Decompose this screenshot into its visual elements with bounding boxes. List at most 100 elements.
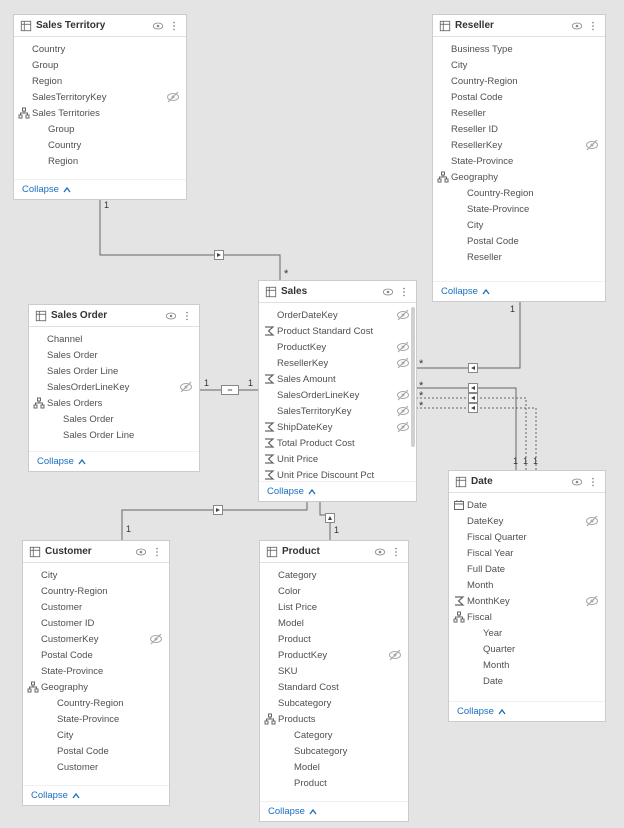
visibility-icon[interactable]	[571, 20, 583, 32]
field-row[interactable]: Product Standard Cost	[259, 323, 416, 339]
field-row[interactable]: Month	[449, 657, 605, 673]
field-row[interactable]: Date	[449, 673, 605, 689]
field-row[interactable]: Full Date	[449, 561, 605, 577]
table-reseller[interactable]: ResellerBusiness TypeCityCountry-RegionP…	[432, 14, 606, 302]
collapse-button[interactable]: Collapse	[23, 785, 169, 805]
table-header[interactable]: Sales Territory	[14, 15, 186, 37]
field-row[interactable]: Sales Amount	[259, 371, 416, 387]
field-row[interactable]: Business Type	[433, 41, 605, 57]
table-sales[interactable]: Sales OrderDateKeyProduct Standard CostPr…	[258, 280, 417, 502]
table-header[interactable]: Date	[449, 471, 605, 493]
field-row[interactable]: Region	[14, 153, 186, 169]
field-row[interactable]: Postal Code	[433, 233, 605, 249]
field-row[interactable]: City	[433, 217, 605, 233]
field-row[interactable]: Geography	[23, 679, 169, 695]
field-row[interactable]: ResellerKey	[433, 137, 605, 153]
field-row[interactable]: Category	[260, 727, 408, 743]
field-row[interactable]: ShipDateKey	[259, 419, 416, 435]
field-row[interactable]: Fiscal	[449, 609, 605, 625]
field-row[interactable]: Group	[14, 121, 186, 137]
field-row[interactable]: SKU	[260, 663, 408, 679]
field-row[interactable]: Country	[14, 41, 186, 57]
field-row[interactable]: Postal Code	[23, 743, 169, 759]
field-row[interactable]: CustomerKey	[23, 631, 169, 647]
table-sales-order[interactable]: Sales OrderChannelSales OrderSales Order…	[28, 304, 200, 472]
field-row[interactable]: SalesOrderLineKey	[259, 387, 416, 403]
field-row[interactable]: Country-Region	[23, 695, 169, 711]
field-row[interactable]: Quarter	[449, 641, 605, 657]
field-row[interactable]: Channel	[29, 331, 199, 347]
table-header[interactable]: Sales Order	[29, 305, 199, 327]
field-row[interactable]: Product	[260, 631, 408, 647]
field-row[interactable]: Month	[449, 577, 605, 593]
field-row[interactable]: Group	[14, 57, 186, 73]
collapse-button[interactable]: Collapse	[433, 281, 605, 301]
visibility-icon[interactable]	[165, 310, 177, 322]
field-row[interactable]: Geography	[433, 169, 605, 185]
collapse-button[interactable]: Collapse	[259, 481, 416, 501]
field-row[interactable]: State-Province	[23, 663, 169, 679]
visibility-icon[interactable]	[571, 476, 583, 488]
field-row[interactable]: List Price	[260, 599, 408, 615]
table-header[interactable]: Customer	[23, 541, 169, 563]
field-row[interactable]: Date	[449, 497, 605, 513]
field-row[interactable]: Sales Order	[29, 411, 199, 427]
field-row[interactable]: Customer	[23, 759, 169, 775]
field-row[interactable]: Country-Region	[433, 73, 605, 89]
table-product[interactable]: ProductCategoryColorList PriceModelProdu…	[259, 540, 409, 822]
visibility-icon[interactable]	[382, 286, 394, 298]
field-row[interactable]: State-Province	[433, 201, 605, 217]
field-row[interactable]: City	[23, 727, 169, 743]
more-options-icon[interactable]	[168, 20, 180, 32]
field-row[interactable]: Standard Cost	[260, 679, 408, 695]
more-options-icon[interactable]	[587, 20, 599, 32]
field-row[interactable]: Sales Order	[29, 347, 199, 363]
field-row[interactable]: City	[433, 57, 605, 73]
more-options-icon[interactable]	[181, 310, 193, 322]
collapse-button[interactable]: Collapse	[29, 451, 199, 471]
field-row[interactable]: ProductKey	[259, 339, 416, 355]
field-row[interactable]: MonthKey	[449, 593, 605, 609]
table-sales-territory[interactable]: Sales TerritoryCountryGroupRegionSalesTe…	[13, 14, 187, 200]
field-row[interactable]: State-Province	[433, 153, 605, 169]
field-row[interactable]: Sales Order Line	[29, 427, 199, 443]
field-row[interactable]: Subcategory	[260, 743, 408, 759]
field-row[interactable]: Model	[260, 615, 408, 631]
field-row[interactable]: Products	[260, 711, 408, 727]
field-row[interactable]: Fiscal Quarter	[449, 529, 605, 545]
table-header[interactable]: Sales	[259, 281, 416, 303]
table-header[interactable]: Product	[260, 541, 408, 563]
field-row[interactable]: Year	[449, 625, 605, 641]
field-row[interactable]: ProductKey	[260, 647, 408, 663]
field-row[interactable]: Reseller	[433, 249, 605, 265]
field-row[interactable]: City	[23, 567, 169, 583]
field-row[interactable]: Country-Region	[433, 185, 605, 201]
more-options-icon[interactable]	[390, 546, 402, 558]
field-row[interactable]: Total Product Cost	[259, 435, 416, 451]
collapse-button[interactable]: Collapse	[449, 701, 605, 721]
field-row[interactable]: Postal Code	[23, 647, 169, 663]
field-row[interactable]: Sales Order Line	[29, 363, 199, 379]
field-row[interactable]: SalesOrderLineKey	[29, 379, 199, 395]
field-row[interactable]: SalesTerritoryKey	[14, 89, 186, 105]
field-row[interactable]: Unit Price Discount Pct	[259, 467, 416, 481]
field-row[interactable]: Category	[260, 567, 408, 583]
field-row[interactable]: ResellerKey	[259, 355, 416, 371]
field-row[interactable]: Customer	[23, 599, 169, 615]
visibility-icon[interactable]	[135, 546, 147, 558]
field-row[interactable]: Sales Orders	[29, 395, 199, 411]
visibility-icon[interactable]	[152, 20, 164, 32]
table-customer[interactable]: CustomerCityCountry-RegionCustomerCustom…	[22, 540, 170, 806]
more-options-icon[interactable]	[151, 546, 163, 558]
field-row[interactable]: State-Province	[23, 711, 169, 727]
field-row[interactable]: OrderDateKey	[259, 307, 416, 323]
field-row[interactable]: Reseller	[433, 105, 605, 121]
collapse-button[interactable]: Collapse	[260, 801, 408, 821]
field-row[interactable]: Unit Price	[259, 451, 416, 467]
more-options-icon[interactable]	[587, 476, 599, 488]
field-row[interactable]: Subcategory	[260, 695, 408, 711]
field-row[interactable]: Country-Region	[23, 583, 169, 599]
field-row[interactable]: SalesTerritoryKey	[259, 403, 416, 419]
more-options-icon[interactable]	[398, 286, 410, 298]
field-row[interactable]: Sales Territories	[14, 105, 186, 121]
